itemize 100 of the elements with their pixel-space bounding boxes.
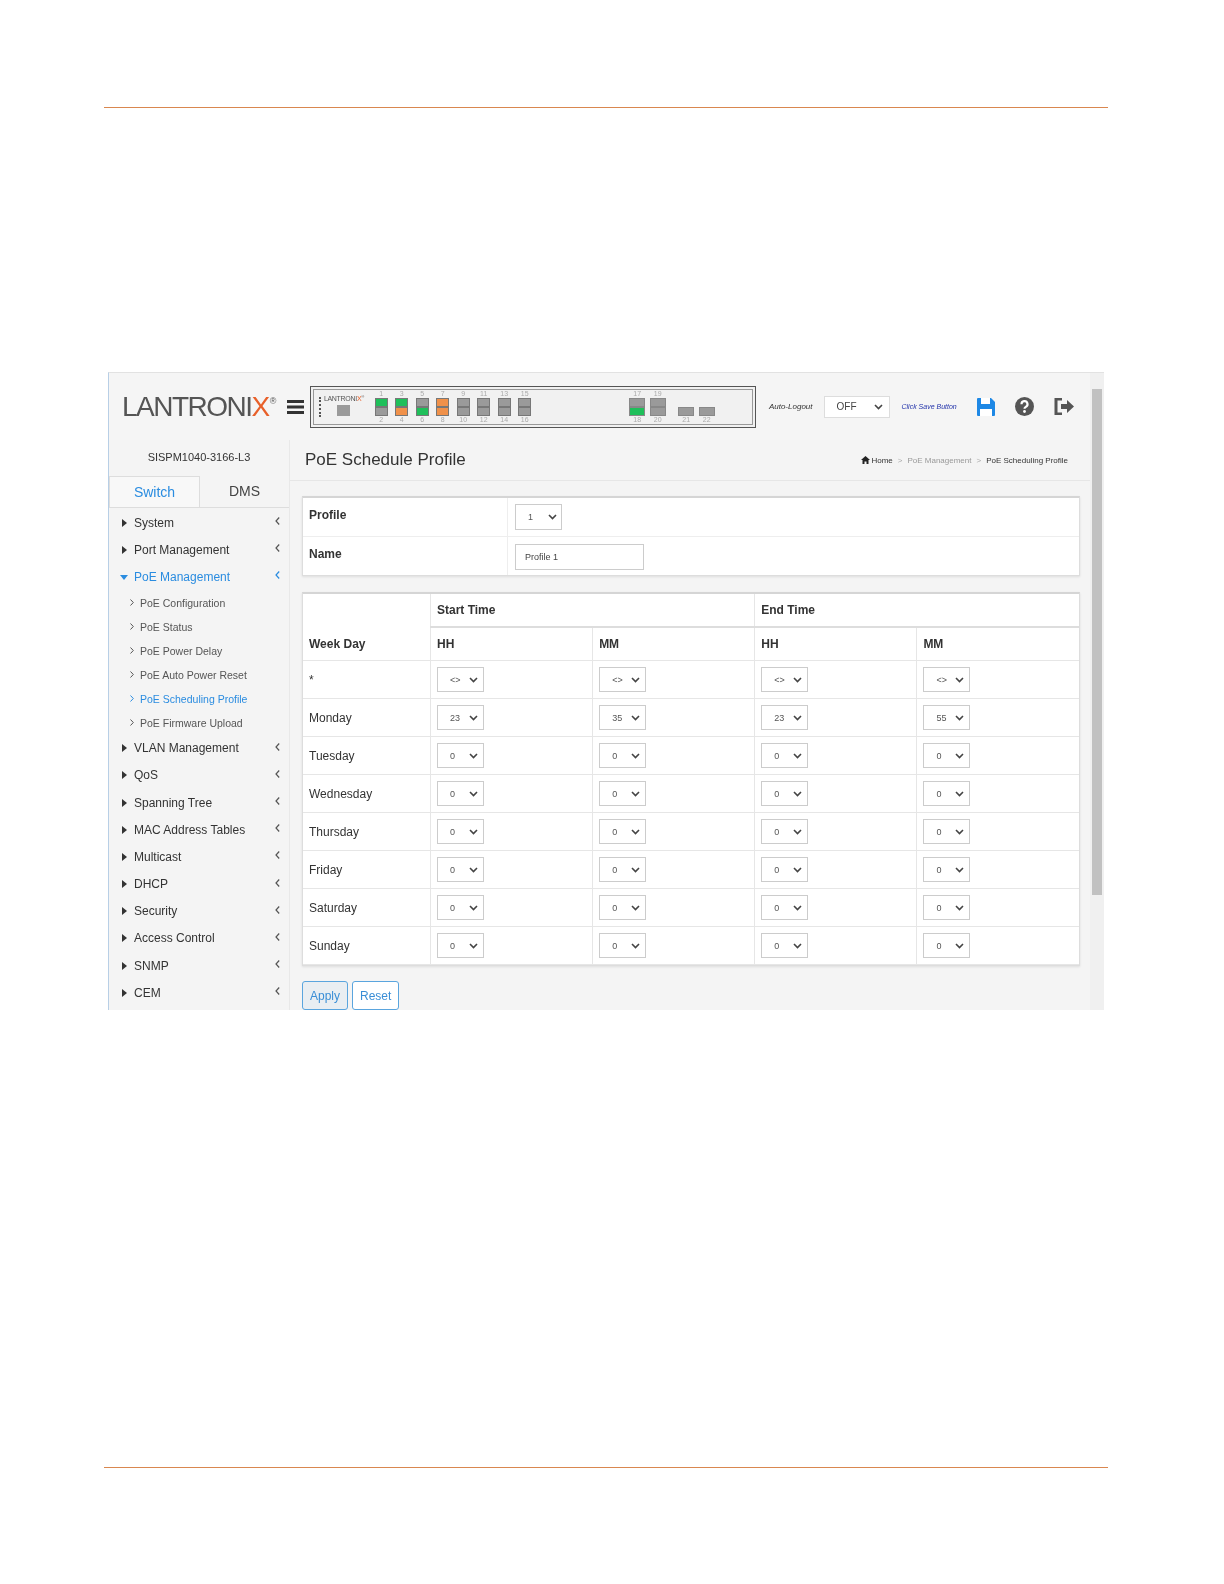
caret-icon [120,545,128,554]
field-label: Name [303,537,508,575]
time-select[interactable]: 0 [437,819,484,844]
time-select[interactable]: <> [437,667,484,692]
time-select[interactable]: 0 [599,857,647,882]
time-select[interactable]: 23 [761,705,809,730]
chevron-right-icon [130,623,134,631]
chevron-left-icon [275,796,280,805]
chevron-down-icon [631,790,641,797]
chevron-left-icon [275,571,280,580]
time-select[interactable]: 0 [437,857,484,882]
chevron-down-icon [793,752,803,759]
caret-icon [120,798,128,807]
chevron-down-icon [469,904,478,911]
page-title: PoE Schedule Profile [305,450,466,470]
scrollbar[interactable] [1090,373,1104,1010]
time-select[interactable]: 0 [437,743,484,768]
submenu-item[interactable]: PoE Firmware Upload [109,710,289,735]
menu-item[interactable]: System [109,509,289,537]
help-icon[interactable] [1014,397,1034,416]
column-header: Week Day [309,637,366,651]
time-select[interactable]: 0 [923,857,971,882]
time-select[interactable]: 0 [761,819,809,844]
menu-icon[interactable] [286,399,304,414]
time-select[interactable]: <> [761,667,809,692]
auto-logout-label: Auto-Logout [768,402,813,411]
time-select[interactable]: 0 [923,895,971,920]
time-select[interactable]: 0 [599,781,647,806]
menu-item[interactable]: SNMP [109,952,289,980]
menu-item[interactable]: Multicast [109,843,289,871]
chevron-down-icon [469,866,478,873]
time-select[interactable]: 0 [599,895,647,920]
time-select[interactable]: 0 [923,781,971,806]
chevron-down-icon [631,904,641,911]
time-select[interactable]: 0 [923,933,971,958]
chevron-down-icon [631,942,641,949]
weekday-label: Wednesday [309,786,373,801]
profile-select[interactable]: 1 [515,504,562,530]
breadcrumb-link[interactable]: Home [861,455,893,465]
menu-item[interactable]: Access Control [109,924,289,953]
chevron-down-icon [469,790,478,797]
breadcrumb-separator: > [897,455,903,465]
menu-item[interactable]: VLAN Management [109,734,289,762]
logout-icon[interactable] [1053,398,1074,415]
chevron-down-icon [873,403,883,410]
weekday-label: Saturday [309,900,358,915]
chevron-down-icon [955,866,965,873]
chevron-down-icon [793,866,803,873]
caret-icon [120,744,128,753]
device-name: SISPM1040-3166-L3 [146,451,252,465]
home-icon [861,456,871,464]
chevron-down-icon [955,904,965,911]
time-select[interactable]: 0 [599,743,647,768]
time-select[interactable]: 0 [761,781,809,806]
submenu-item[interactable]: PoE Status [109,614,289,639]
sidebar-tab[interactable]: DMS [200,476,289,506]
time-select[interactable]: 0 [437,895,484,920]
column-header: Start Time [437,603,496,617]
time-select[interactable]: 0 [599,933,647,958]
menu-item[interactable]: CEM [109,979,289,1007]
time-select[interactable]: 23 [437,705,484,730]
time-select[interactable]: <> [923,667,971,692]
chevron-right-icon [130,671,134,679]
caret-icon [120,852,128,861]
time-select[interactable]: 35 [599,705,647,730]
submenu-item[interactable]: PoE Configuration [109,590,289,615]
chevron-left-icon [275,878,280,887]
time-select[interactable]: 0 [437,781,484,806]
auto-logout-select[interactable]: OFF [823,395,890,418]
name-field[interactable]: Profile 1 [515,544,644,570]
menu-item[interactable]: MAC Address Tables [109,816,289,844]
time-select[interactable]: 0 [761,743,809,768]
time-select[interactable]: 0 [599,819,647,844]
menu-item[interactable]: Security [109,897,289,925]
submenu-item[interactable]: PoE Power Delay [109,638,289,663]
time-select[interactable]: <> [599,667,647,692]
chevron-down-icon [631,828,641,835]
weekday-label: Monday [309,710,352,725]
chevron-left-icon [275,517,280,525]
time-select[interactable]: 55 [923,705,971,730]
menu-item[interactable]: Port Management [109,536,289,564]
chevron-down-icon [631,714,641,721]
time-select[interactable]: 0 [437,933,484,958]
chevron-down-icon [955,676,965,683]
time-select[interactable]: 0 [923,743,971,768]
action-button[interactable]: Reset [352,981,400,1010]
time-select[interactable]: 0 [761,895,809,920]
save-icon[interactable] [976,397,995,416]
chevron-down-icon [955,714,965,721]
chevron-left-icon [275,851,280,860]
submenu-item[interactable]: PoE Auto Power Reset [109,662,289,687]
chevron-left-icon [275,960,280,969]
time-select[interactable]: 0 [761,933,809,958]
menu-item[interactable]: DHCP [109,870,289,898]
menu-item[interactable]: QoS [109,761,289,789]
menu-item[interactable]: Spanning Tree [109,788,289,817]
caret-icon [120,771,128,780]
time-select[interactable]: 0 [923,819,971,844]
column-header: MM [599,637,620,651]
time-select[interactable]: 0 [761,857,809,882]
